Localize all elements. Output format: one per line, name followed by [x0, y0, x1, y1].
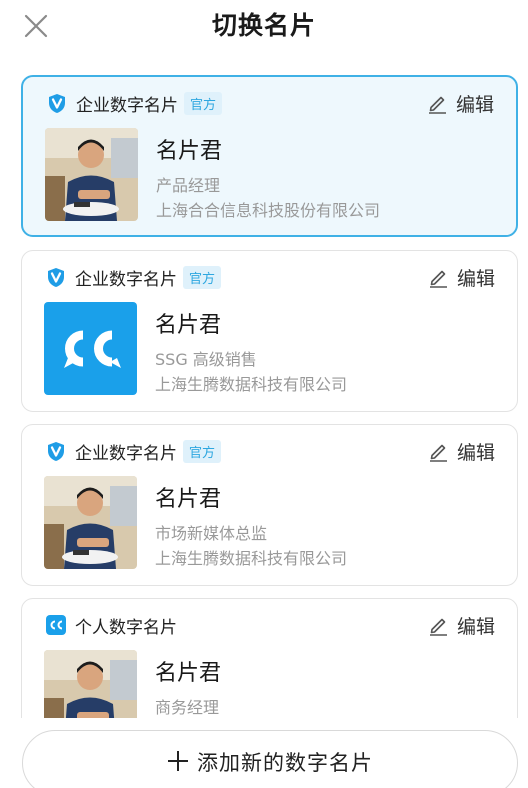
official-badge: 官方 [184, 91, 223, 115]
page-title: 切换名片 [211, 11, 316, 40]
cc-icon [46, 615, 66, 635]
edit-label: 编辑 [456, 441, 495, 464]
person-photo [44, 650, 137, 718]
person-photo [45, 128, 138, 221]
card-type: 企业数字名片 官方 [46, 438, 222, 464]
card-enterprise-3[interactable]: 企业数字名片 官方 编辑 名片君 市场新媒体总监 上海生腾数据科技有限公司 [21, 424, 518, 586]
card-job-title: SSG 高级销售 [155, 350, 257, 369]
person-photo [44, 476, 137, 569]
avatar [44, 302, 137, 395]
plus-icon [167, 750, 189, 772]
edit-icon [427, 93, 448, 114]
card-job-title: 商务经理 [155, 698, 220, 717]
edit-button[interactable]: 编辑 [428, 264, 495, 290]
card-type: 企业数字名片 官方 [47, 90, 223, 116]
card-name: 名片君 [155, 313, 222, 338]
add-card-button[interactable]: 添加新的数字名片 [22, 730, 518, 788]
edit-icon [428, 441, 449, 462]
avatar [44, 650, 137, 718]
official-badge: 官方 [183, 439, 222, 463]
avatar [45, 128, 138, 221]
card-type-label: 企业数字名片 [75, 269, 177, 290]
card-type: 企业数字名片 官方 [46, 264, 222, 290]
card-job-title: 市场新媒体总监 [155, 524, 268, 543]
card-name: 名片君 [155, 661, 222, 686]
card-job-title: 产品经理 [156, 176, 221, 195]
edit-button[interactable]: 编辑 [427, 90, 494, 116]
edit-icon [428, 267, 449, 288]
verified-shield-icon [47, 93, 67, 113]
card-company: 上海生腾数据科技有限公司 [155, 549, 348, 568]
edit-label: 编辑 [455, 93, 494, 116]
edit-icon [428, 615, 449, 636]
edit-button[interactable]: 编辑 [428, 438, 495, 464]
avatar [44, 476, 137, 569]
card-type-label: 企业数字名片 [75, 443, 177, 464]
verified-shield-icon [46, 267, 66, 287]
card-company: 上海合合信息科技股份有限公司 [156, 201, 381, 220]
card-type: 个人数字名片 [46, 612, 177, 638]
edit-label: 编辑 [456, 267, 495, 290]
edit-label: 编辑 [456, 615, 495, 638]
card-enterprise-1[interactable]: 企业数字名片 官方 编辑 名片君 产品经理 上海合合信息科技股份有限公司 [21, 75, 518, 237]
card-personal[interactable]: 个人数字名片 编辑 名片君 商务经理 [21, 598, 518, 718]
verified-shield-icon [46, 441, 66, 461]
card-type-label: 企业数字名片 [76, 95, 178, 116]
card-list[interactable]: 企业数字名片 官方 编辑 名片君 产品经理 上海合合信息科技股份有限公司 企业数… [0, 66, 528, 718]
cc-logo [44, 302, 137, 395]
edit-button[interactable]: 编辑 [428, 612, 495, 638]
card-enterprise-2[interactable]: 企业数字名片 官方 编辑 名片君 SSG 高级销售 上海生腾数据科技有限公司 [21, 250, 518, 412]
card-type-label: 个人数字名片 [75, 617, 177, 638]
card-company: 上海生腾数据科技有限公司 [155, 375, 348, 394]
card-name: 名片君 [155, 487, 222, 512]
add-card-label: 添加新的数字名片 [197, 751, 373, 775]
card-name: 名片君 [156, 139, 223, 164]
official-badge: 官方 [183, 265, 222, 289]
header: 切换名片 [0, 0, 528, 52]
